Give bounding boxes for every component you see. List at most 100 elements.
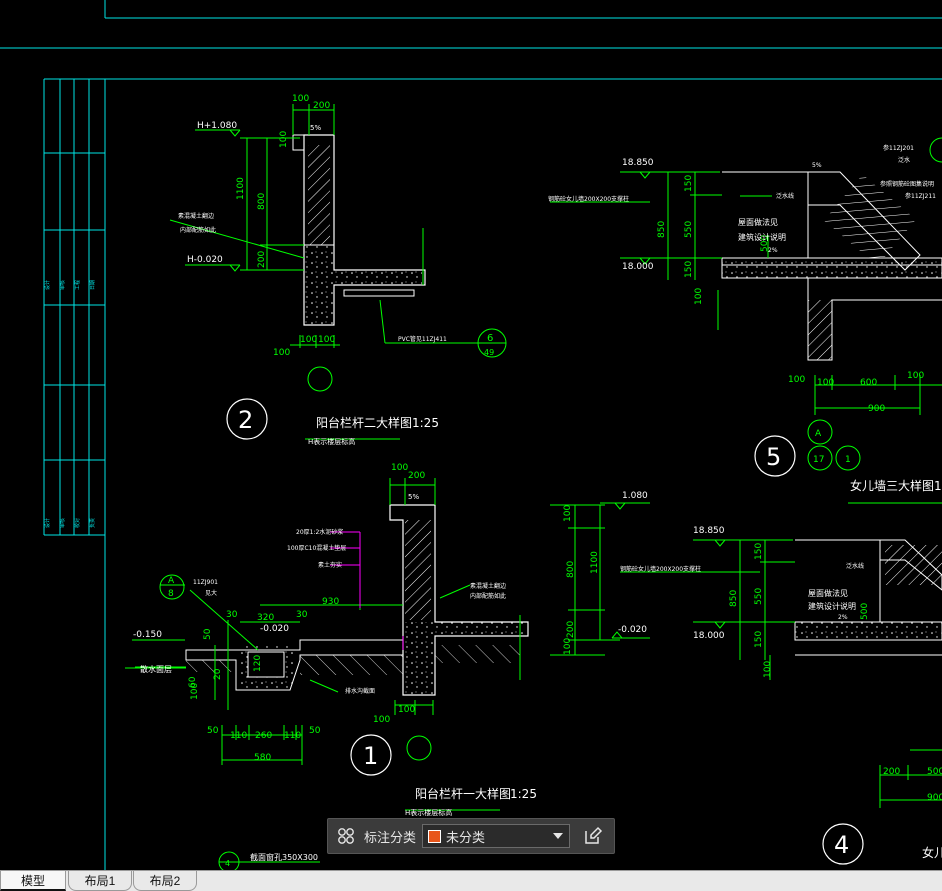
detail-1-number: 1 — [363, 742, 378, 770]
layout-tab-bar: 模型 布局1 布局2 — [0, 870, 942, 891]
svg-text:18.000: 18.000 — [622, 262, 654, 272]
svg-text:审核: 审核 — [59, 280, 66, 290]
svg-text:A: A — [168, 576, 175, 586]
svg-text:1: 1 — [845, 455, 851, 465]
svg-text:8: 8 — [168, 589, 174, 599]
svg-text:校对: 校对 — [74, 518, 81, 528]
detail-4-number: 4 — [834, 831, 849, 859]
svg-text:100: 100 — [763, 661, 773, 678]
svg-text:2%: 2% — [768, 247, 778, 254]
svg-text:建筑设计说明: 建筑设计说明 — [808, 601, 856, 611]
svg-text:100: 100 — [817, 378, 834, 388]
svg-text:H-0.020: H-0.020 — [187, 255, 223, 265]
svg-text:-0.150: -0.150 — [133, 630, 162, 640]
svg-text:18.850: 18.850 — [693, 526, 725, 536]
svg-text:30: 30 — [296, 610, 308, 620]
svg-text:设计: 设计 — [44, 280, 51, 290]
svg-text:4: 4 — [225, 859, 230, 868]
svg-text:800: 800 — [257, 193, 267, 210]
svg-text:A: A — [815, 429, 822, 439]
svg-text:900: 900 — [868, 404, 885, 414]
mid-dimensions: 1.080 100 800 1100 200 100 -0.020 — [550, 491, 650, 656]
svg-text:50: 50 — [207, 726, 219, 736]
cad-drawing-canvas[interactable]: 设计 审核 工程 日期 设计 审核 校对 负责 100 200 5% H+1.0… — [0, 0, 942, 870]
svg-text:30: 30 — [226, 610, 238, 620]
svg-text:参11ZJ211: 参11ZJ211 — [905, 192, 936, 200]
svg-text:150: 150 — [684, 175, 694, 192]
svg-text:20: 20 — [213, 668, 223, 680]
svg-text:550: 550 — [684, 221, 694, 238]
svg-text:1:25: 1:25 — [412, 416, 439, 430]
svg-text:200: 200 — [257, 251, 267, 268]
tab-layout2[interactable]: 布局2 — [133, 871, 197, 891]
svg-text:850: 850 — [729, 590, 739, 607]
svg-text:50: 50 — [309, 726, 321, 736]
svg-text:H表示楼层标高: H表示楼层标高 — [308, 437, 355, 446]
svg-text:18.000: 18.000 — [693, 631, 725, 641]
svg-text:110: 110 — [230, 731, 247, 741]
svg-text:泛水: 泛水 — [898, 156, 910, 164]
svg-text:设计: 设计 — [44, 518, 51, 528]
svg-text:100: 100 — [788, 375, 805, 385]
svg-text:100: 100 — [300, 335, 317, 345]
svg-text:5%: 5% — [408, 493, 419, 501]
grid-apps-icon[interactable] — [332, 822, 360, 850]
svg-text:参照钢筋砼图集说明: 参照钢筋砼图集说明 — [880, 180, 934, 188]
svg-text:100: 100 — [292, 94, 309, 104]
svg-text:100: 100 — [279, 131, 289, 148]
svg-text:PVC管见11ZJ411: PVC管见11ZJ411 — [398, 335, 447, 343]
svg-text:17: 17 — [813, 455, 824, 465]
detail-5-title: 女儿墙三大样图 — [850, 478, 934, 493]
svg-text:散水面层: 散水面层 — [140, 664, 172, 674]
tab-layout1[interactable]: 布局1 — [68, 871, 132, 891]
detail-5: 18.850 18.000 850 150 550 150 100 500 10… — [548, 137, 942, 504]
svg-text:截面窗孔350X300: 截面窗孔350X300 — [250, 852, 318, 862]
svg-text:100: 100 — [907, 371, 924, 381]
svg-text:6: 6 — [487, 333, 493, 344]
svg-text:110: 110 — [284, 731, 301, 741]
annotation-category-toolbar: 标注分类 未分类 — [327, 818, 615, 854]
svg-text:150: 150 — [754, 543, 764, 560]
detail-2: 100 200 5% H+1.080 H-0.020 1100 800 200 … — [169, 94, 507, 446]
svg-text:550: 550 — [754, 588, 764, 605]
svg-text:120: 120 — [253, 655, 263, 672]
svg-text:钢筋砼女儿墙200X200支撑柱: 钢筋砼女儿墙200X200支撑柱 — [620, 565, 701, 573]
svg-text:钢筋砼女儿墙200X200支撑柱: 钢筋砼女儿墙200X200支撑柱 — [548, 195, 629, 203]
svg-text:930: 930 — [322, 597, 339, 607]
svg-text:100: 100 — [273, 348, 290, 358]
svg-text:200: 200 — [408, 471, 425, 481]
svg-text:260: 260 — [255, 731, 272, 741]
svg-text:排水沟截面: 排水沟截面 — [345, 687, 375, 695]
detail-5-number: 5 — [766, 443, 781, 471]
svg-text:工程: 工程 — [74, 280, 81, 290]
svg-text:500: 500 — [860, 603, 870, 620]
svg-text:100: 100 — [563, 505, 573, 522]
svg-text:素土夯实: 素土夯实 — [318, 561, 342, 569]
svg-text:H表示楼层标高: H表示楼层标高 — [405, 808, 452, 817]
svg-text:屋面做法见: 屋面做法见 — [738, 217, 778, 227]
detail-1: 100 200 5% A 8 30 320 30 930 -0.020 -0.1… — [125, 463, 537, 817]
svg-text:100: 100 — [391, 463, 408, 473]
svg-text:100: 100 — [190, 683, 200, 700]
svg-text:素混凝土翻边: 素混凝土翻边 — [178, 212, 214, 220]
svg-text:1:: 1: — [934, 479, 942, 493]
category-select[interactable]: 未分类 — [422, 824, 571, 848]
svg-text:H+1.080: H+1.080 — [197, 121, 237, 131]
svg-text:见大: 见大 — [205, 589, 217, 597]
svg-text:100: 100 — [563, 638, 573, 655]
svg-text:女儿: 女儿 — [922, 845, 942, 860]
svg-text:100厚C10混凝土垫层: 100厚C10混凝土垫层 — [287, 544, 346, 552]
svg-text:1100: 1100 — [590, 551, 600, 574]
drawing-frame — [0, 0, 942, 870]
svg-text:泛水线: 泛水线 — [776, 192, 794, 200]
svg-text:1.080: 1.080 — [622, 491, 648, 501]
edit-icon[interactable] — [580, 823, 606, 849]
svg-text:屋面做法见: 屋面做法见 — [808, 588, 848, 598]
svg-text:150: 150 — [754, 631, 764, 648]
tab-model[interactable]: 模型 — [0, 871, 66, 891]
svg-text:800: 800 — [566, 561, 576, 578]
svg-text:内部配筋如此: 内部配筋如此 — [180, 226, 216, 234]
svg-text:200: 200 — [313, 101, 330, 111]
dropdown-arrow-icon[interactable] — [553, 833, 564, 839]
svg-text:600: 600 — [860, 378, 877, 388]
